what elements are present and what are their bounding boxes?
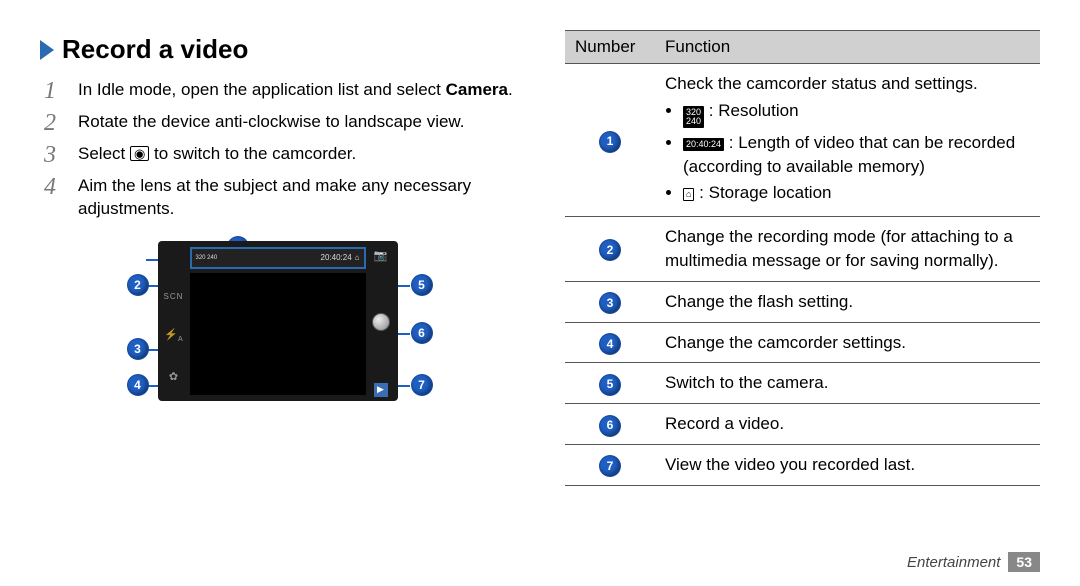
play-last-icon: ▶ (374, 383, 388, 397)
th-number: Number (565, 31, 655, 64)
row-bullets: 320240 : Resolution 20:40:24 : Length of… (665, 99, 1030, 205)
right-controls: 📷 ▶ (370, 249, 392, 397)
step-num: 1 (44, 79, 72, 103)
step-text: In Idle mode, open the application list … (78, 79, 515, 102)
page-footer: Entertainment 53 (907, 552, 1040, 572)
row-lead: Record a video. (655, 404, 1040, 445)
status-bar: 320 240 20:40:24 ⌂ (190, 247, 366, 269)
row-badge: 5 (600, 375, 620, 395)
resolution-icon: 320240 (683, 106, 704, 128)
row-badge: 1 (600, 132, 620, 152)
duration-icon: 20:40:24 (683, 138, 724, 151)
table-row: 7 View the video you recorded last. (565, 444, 1040, 485)
row-lead: Change the flash setting. (655, 281, 1040, 322)
callout-2: 2 (128, 275, 148, 295)
callout-7: 7 (412, 375, 432, 395)
camcorder-illustration: 1 2 3 4 5 6 7 320 240 20:40:24 ⌂ SCN ⚡A … (118, 241, 438, 401)
function-table: Number Function 1 Check the camcorder st… (565, 30, 1040, 486)
flash-icon: ⚡A (164, 328, 182, 343)
gear-icon: ✿ (169, 370, 178, 383)
viewfinder (190, 273, 366, 395)
table-row: 5 Switch to the camera. (565, 363, 1040, 404)
callout-4: 4 (128, 375, 148, 395)
row-lead: Change the camcorder settings. (655, 322, 1040, 363)
callout-3: 3 (128, 339, 148, 359)
camera-icon: ◉ (130, 146, 149, 161)
section-heading: Record a video (40, 34, 515, 65)
steps-list: 1 In Idle mode, open the application lis… (44, 79, 515, 221)
step-num: 3 (44, 143, 72, 167)
row-lead: Switch to the camera. (655, 363, 1040, 404)
table-row: 2 Change the recording mode (for attachi… (565, 217, 1040, 282)
right-column: Number Function 1 Check the camcorder st… (545, 30, 1040, 566)
footer-category: Entertainment (907, 554, 1000, 571)
scn-icon: SCN (164, 292, 184, 301)
th-function: Function (655, 31, 1040, 64)
resolution-indicator: 320 240 (196, 255, 218, 261)
step-text: Select ◉ to switch to the camcorder. (78, 143, 515, 166)
storage-indicator: ⌂ (355, 253, 360, 262)
table-row: 3 Change the flash setting. (565, 281, 1040, 322)
step-num: 2 (44, 111, 72, 135)
row-badge: 7 (600, 456, 620, 476)
callout-5: 5 (412, 275, 432, 295)
row-badge: 3 (600, 293, 620, 313)
row-badge: 2 (600, 240, 620, 260)
row-lead: View the video you recorded last. (655, 444, 1040, 485)
left-column: Record a video 1 In Idle mode, open the … (40, 30, 545, 566)
step-1: 1 In Idle mode, open the application lis… (44, 79, 515, 103)
chevron-icon (40, 40, 54, 60)
footer-page-number: 53 (1008, 552, 1040, 572)
left-controls: SCN ⚡A ✿ (162, 279, 186, 397)
record-button-icon (372, 313, 390, 331)
table-row: 6 Record a video. (565, 404, 1040, 445)
table-row: 1 Check the camcorder status and setting… (565, 64, 1040, 217)
row-badge: 6 (600, 416, 620, 436)
storage-icon: ⌂ (683, 188, 694, 201)
row-lead: Change the recording mode (for attaching… (655, 217, 1040, 282)
table-row: 4 Change the camcorder settings. (565, 322, 1040, 363)
step-2: 2 Rotate the device anti-clockwise to la… (44, 111, 515, 135)
step-num: 4 (44, 175, 72, 199)
step-4: 4 Aim the lens at the subject and make a… (44, 175, 515, 221)
step-text: Rotate the device anti-clockwise to land… (78, 111, 515, 134)
row-badge: 4 (600, 334, 620, 354)
step-text: Aim the lens at the subject and make any… (78, 175, 515, 221)
camcorder-body: 320 240 20:40:24 ⌂ SCN ⚡A ✿ 📷 ▶ (158, 241, 398, 401)
section-title: Record a video (62, 34, 248, 65)
time-remaining: 20:40:24 (321, 253, 352, 262)
row-lead: Check the camcorder status and settings. (665, 72, 1030, 96)
callout-6: 6 (412, 323, 432, 343)
switch-camera-icon: 📷 (374, 249, 388, 262)
step-3: 3 Select ◉ to switch to the camcorder. (44, 143, 515, 167)
